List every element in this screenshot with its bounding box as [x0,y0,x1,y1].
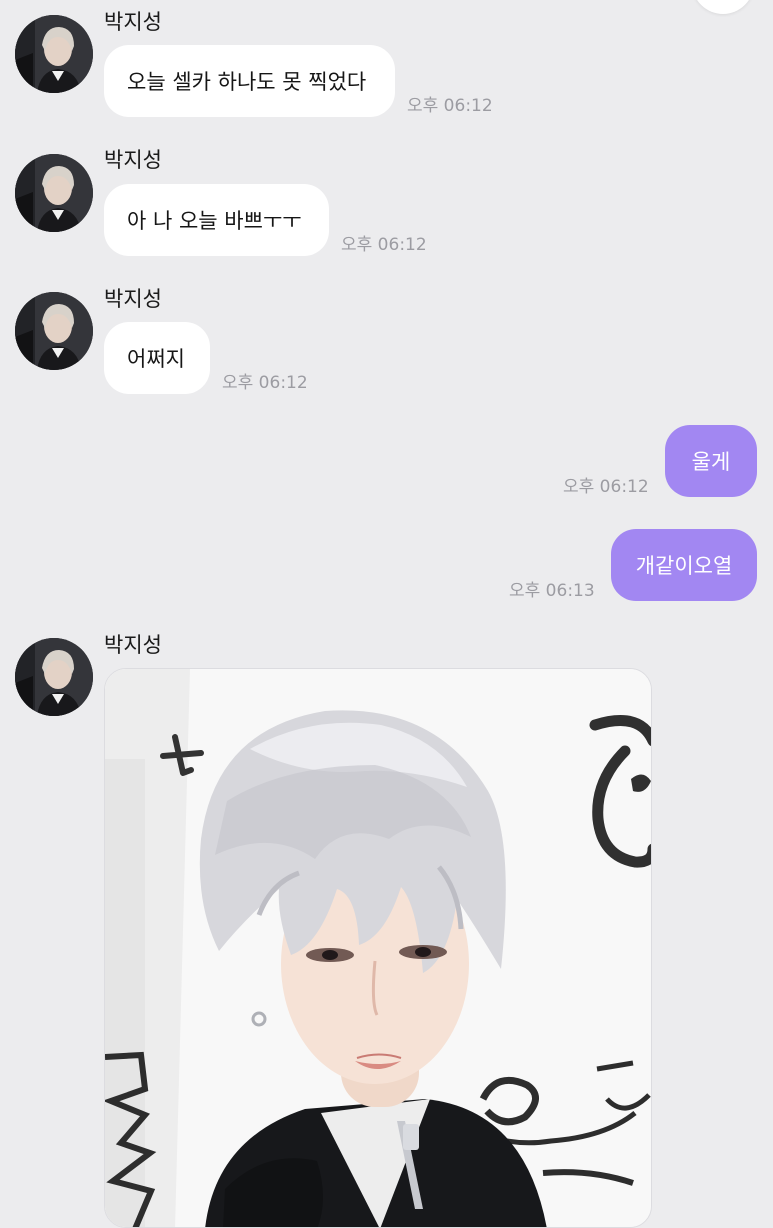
sender-avatar[interactable] [15,15,93,93]
message-bubble[interactable]: 어쩌지 [104,322,210,394]
selfie-photo-image [105,669,651,1227]
sender-avatar[interactable] [15,154,93,232]
sender-name: 박지성 [104,148,162,172]
message-timestamp: 오후 06:13 [509,581,595,601]
message-timestamp: 오후 06:12 [563,477,649,497]
sender-name: 박지성 [104,10,162,34]
message-bubble[interactable]: 아 나 오늘 바쁘ㅜㅜ [104,184,329,256]
message-timestamp: 오후 06:12 [407,96,493,116]
sender-name: 박지성 [104,633,162,657]
message-bubble-outgoing[interactable]: 개같이오열 [611,529,757,601]
sender-name: 박지성 [104,287,162,311]
message-bubble-outgoing[interactable]: 울게 [665,425,757,497]
profile-photo-icon [15,15,93,93]
message-bubble[interactable]: 오늘 셀카 하나도 못 찍었다 [104,45,395,117]
shared-photo-message[interactable] [104,668,652,1228]
message-timestamp: 오후 06:12 [222,373,308,393]
profile-photo-icon [15,154,93,232]
sender-avatar[interactable] [15,292,93,370]
message-timestamp: 오후 06:12 [341,235,427,255]
top-corner-circle-button[interactable] [692,0,754,14]
profile-photo-icon [15,292,93,370]
sender-avatar[interactable] [15,638,93,716]
profile-photo-icon [15,638,93,716]
